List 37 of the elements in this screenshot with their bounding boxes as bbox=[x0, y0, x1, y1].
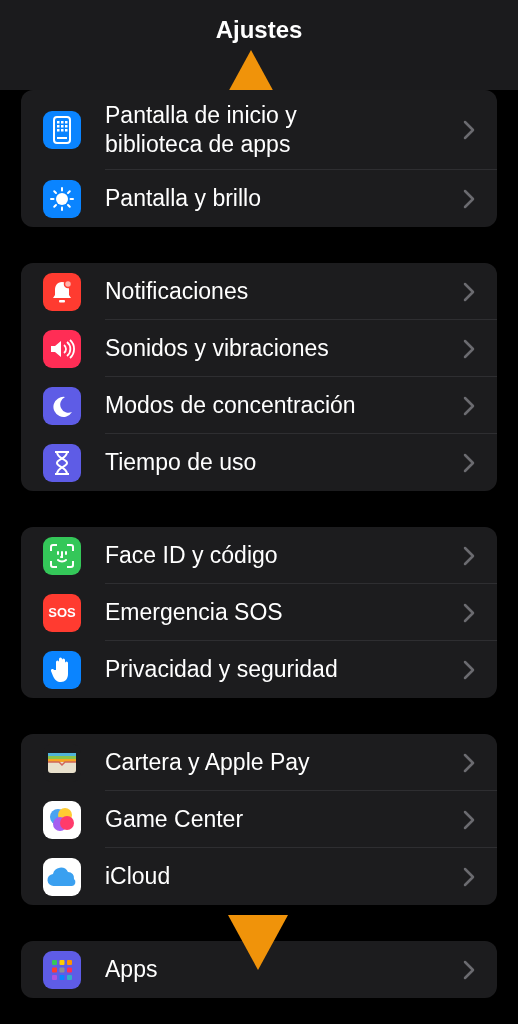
settings-label[interactable]: iCloud bbox=[105, 862, 171, 891]
settings-label[interactable]: Game Center bbox=[105, 805, 244, 834]
settings-label[interactable]: Apps bbox=[105, 955, 158, 984]
app-grid-icon bbox=[50, 957, 74, 982]
settings-label[interactable]: Modos de concentración bbox=[105, 391, 356, 420]
chevron-icon bbox=[463, 809, 475, 830]
settings-label[interactable]: Sonidos y vibraciones bbox=[105, 334, 329, 363]
chevron-icon bbox=[463, 395, 475, 416]
wallet-icon bbox=[47, 750, 77, 775]
speaker-icon bbox=[48, 336, 76, 361]
cloud-icon bbox=[46, 865, 78, 888]
settings-label[interactable]: Privacidad y seguridad bbox=[105, 655, 338, 684]
settings-label[interactable]: Pantalla y brillo bbox=[105, 184, 261, 213]
chevron-icon bbox=[463, 281, 475, 302]
chevron-icon bbox=[463, 188, 475, 209]
settings-label[interactable]: Emergencia SOS bbox=[105, 598, 283, 627]
chevron-icon bbox=[463, 120, 475, 140]
sos-icon: SOS bbox=[48, 605, 76, 620]
chevron-icon bbox=[463, 659, 475, 680]
down-arrow-icon bbox=[228, 915, 288, 970]
settings-label[interactable]: Pantalla de inicio y biblioteca de apps bbox=[105, 101, 355, 159]
chevron-icon bbox=[463, 752, 475, 773]
phone-icon bbox=[51, 116, 73, 144]
settings-label[interactable]: Cartera y Apple Pay bbox=[105, 748, 310, 777]
hourglass-icon bbox=[52, 449, 72, 476]
settings-label[interactable]: Tiempo de uso bbox=[105, 448, 257, 477]
up-arrow-icon bbox=[229, 50, 273, 90]
chevron-icon bbox=[463, 866, 475, 887]
chevron-icon bbox=[463, 602, 475, 623]
page-title: Ajustes bbox=[215, 16, 303, 44]
chevron-icon bbox=[463, 545, 475, 566]
chevron-icon bbox=[463, 338, 475, 359]
settings-label[interactable]: Face ID y código bbox=[105, 541, 278, 570]
sun-icon bbox=[49, 185, 75, 212]
chevron-icon bbox=[463, 959, 475, 980]
settings-label[interactable]: Notificaciones bbox=[105, 277, 249, 306]
chevron-icon bbox=[463, 452, 475, 473]
